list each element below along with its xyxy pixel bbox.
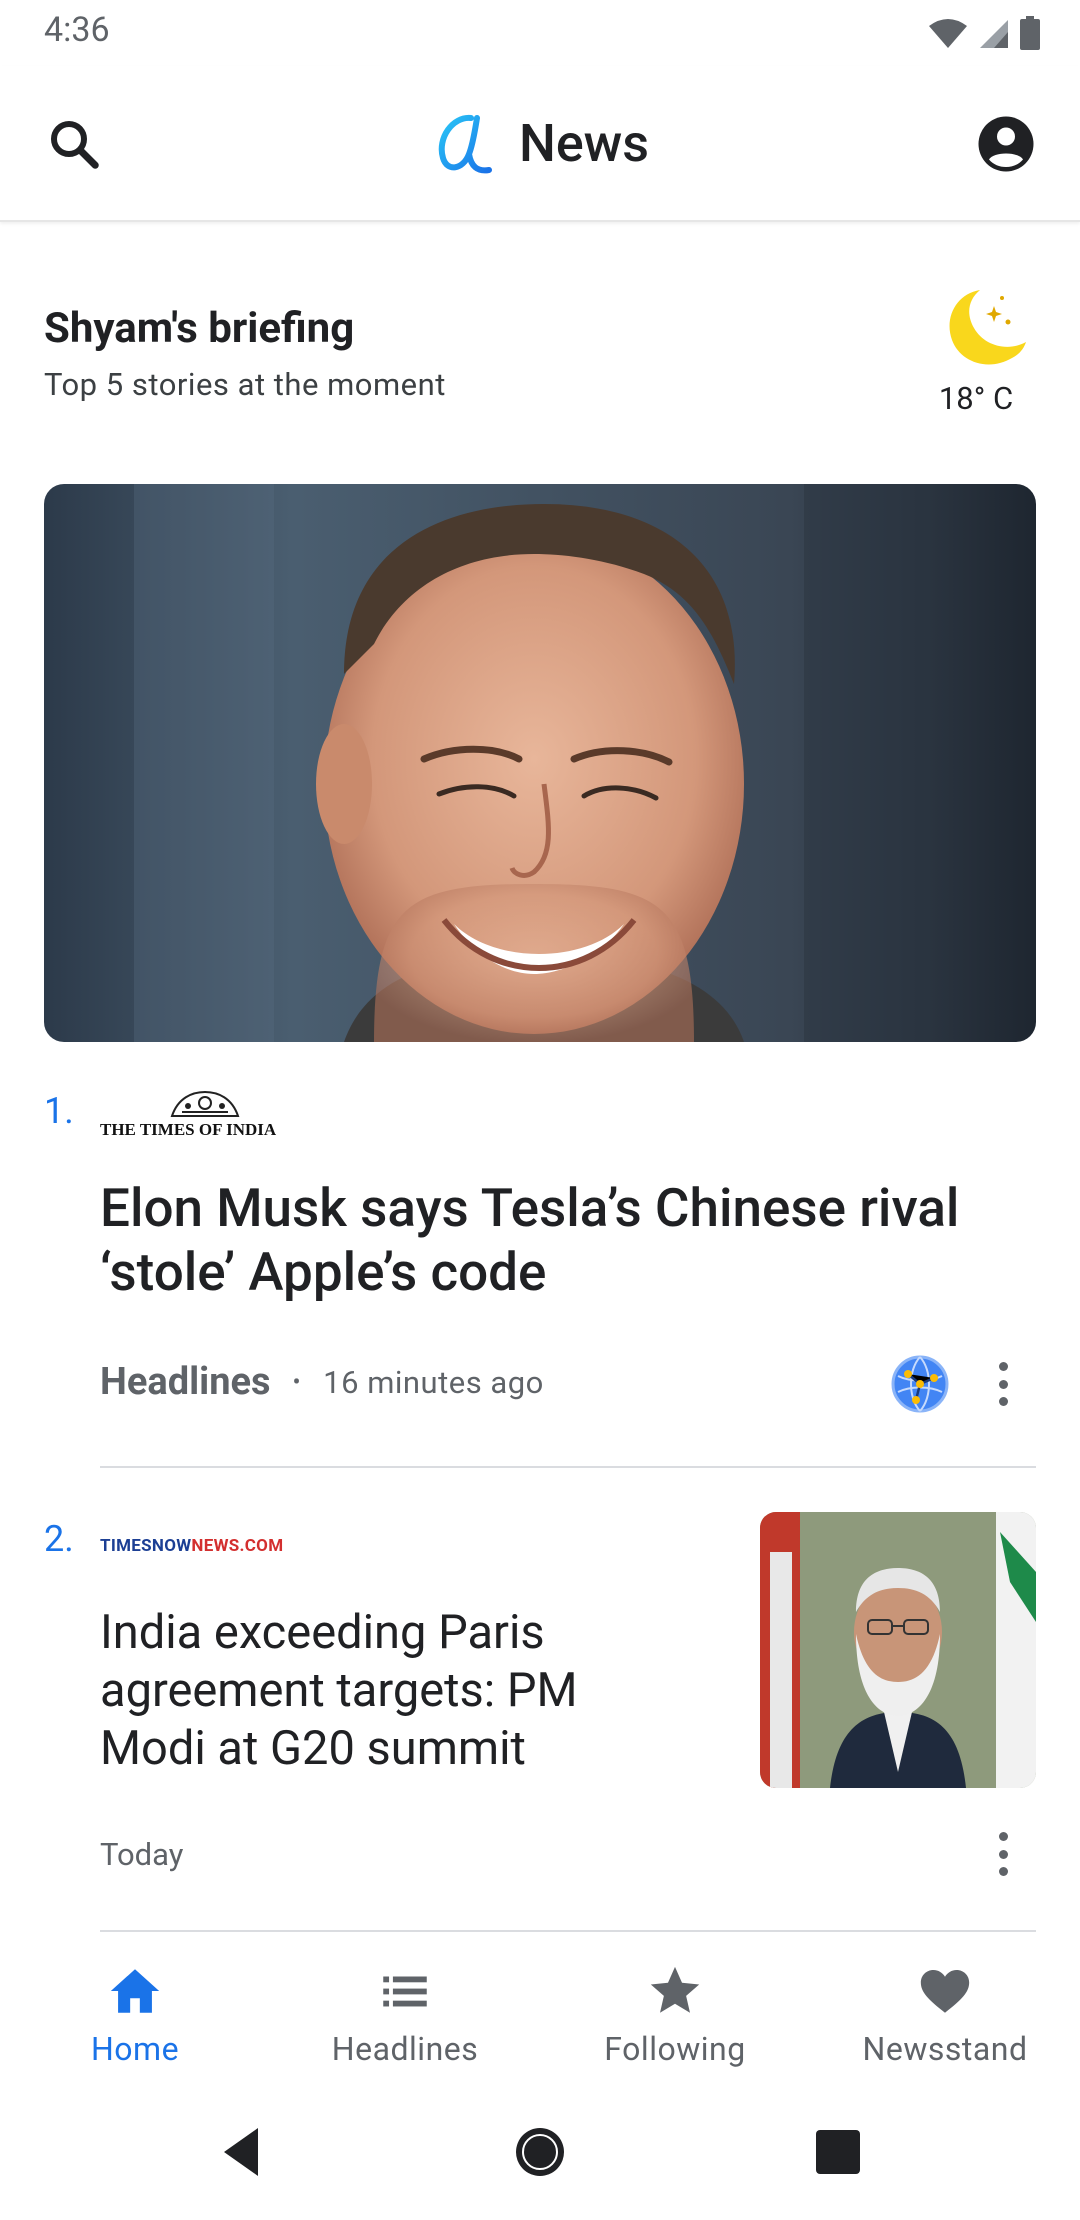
app-title: News	[0, 110, 1080, 176]
times-of-india-emblem-icon	[170, 1090, 240, 1117]
story-1-more-button[interactable]	[988, 1354, 1018, 1414]
moon-stars-icon	[949, 290, 1026, 365]
nav-newsstand-label: Newsstand	[862, 2030, 1028, 2068]
nav-following-label: Following	[604, 2030, 746, 2068]
story-1-meta: Headlines • 16 minutes ago	[100, 1360, 544, 1404]
full-coverage-button[interactable]	[890, 1354, 950, 1414]
more-vert-icon	[998, 1362, 1008, 1371]
story-2-more-button[interactable]	[988, 1824, 1018, 1884]
weather-temperature: 18° C	[938, 380, 1014, 417]
story-divider	[100, 1466, 1036, 1468]
bottom-navigation: Home Headlines Following Newsstand	[0, 1936, 1080, 2080]
system-navigation-bar	[0, 2080, 1080, 2220]
story-1-source-logo: THE TIMES OF INDIA	[100, 1088, 310, 1144]
story-2-image[interactable]	[760, 1512, 1036, 1788]
story-divider	[100, 1930, 1036, 1932]
cell-signal-icon	[980, 20, 1008, 48]
story-2-source-part1: TIMESNOW	[100, 1536, 192, 1556]
story-2-time: Today	[100, 1836, 184, 1873]
story-2-source-logo: TIMESNOWNEWS.COM	[100, 1536, 283, 1556]
story-2-source-part2: NEWS.COM	[191, 1536, 284, 1556]
alpha-logo-icon	[438, 114, 492, 174]
story-1-image[interactable]	[44, 484, 1036, 1042]
story-1-number: 1.	[44, 1090, 74, 1132]
nav-headlines[interactable]: Headlines	[270, 1936, 540, 2080]
story-1-source: THE TIMES OF INDIA	[100, 1120, 277, 1139]
home-icon	[110, 1969, 160, 2013]
nav-home-label: Home	[90, 2030, 180, 2068]
story-2-headline[interactable]: India exceeding Paris agreement targets:…	[100, 1604, 660, 1778]
list-icon	[383, 1976, 427, 2007]
wifi-icon	[929, 19, 967, 48]
briefing-title: Shyam's briefing	[44, 304, 355, 353]
home-circle-icon[interactable]	[510, 2122, 570, 2182]
star-icon	[650, 1966, 700, 2013]
nav-headlines-label: Headlines	[331, 2030, 479, 2068]
back-icon[interactable]	[212, 2122, 272, 2182]
more-vert-icon	[998, 1832, 1008, 1841]
battery-icon	[1020, 16, 1040, 50]
status-time: 4:36	[44, 10, 110, 50]
story-1-headline[interactable]: Elon Musk says Tesla’s Chinese rival ‘st…	[100, 1176, 1020, 1304]
globe-network-icon	[891, 1355, 949, 1413]
weather-widget[interactable]: 18° C	[916, 284, 1036, 417]
heart-icon	[920, 1969, 970, 2013]
account-circle-icon	[978, 116, 1034, 172]
recents-icon[interactable]	[808, 2122, 868, 2182]
story-1-category[interactable]: Headlines	[100, 1360, 271, 1404]
app-bar: News	[0, 66, 1080, 222]
status-bar: 4:36	[0, 0, 1080, 66]
nav-following[interactable]: Following	[540, 1936, 810, 2080]
story-1-time: 16 minutes ago	[323, 1363, 544, 1401]
story-2-number: 2.	[44, 1518, 74, 1560]
nav-home[interactable]: Home	[0, 1936, 270, 2080]
nav-newsstand[interactable]: Newsstand	[810, 1936, 1080, 2080]
meta-separator: •	[292, 1368, 302, 1396]
account-button[interactable]	[976, 114, 1036, 174]
app-name: News	[518, 112, 650, 174]
briefing-subtitle: Top 5 stories at the moment	[44, 366, 446, 403]
status-icons	[928, 16, 1040, 50]
